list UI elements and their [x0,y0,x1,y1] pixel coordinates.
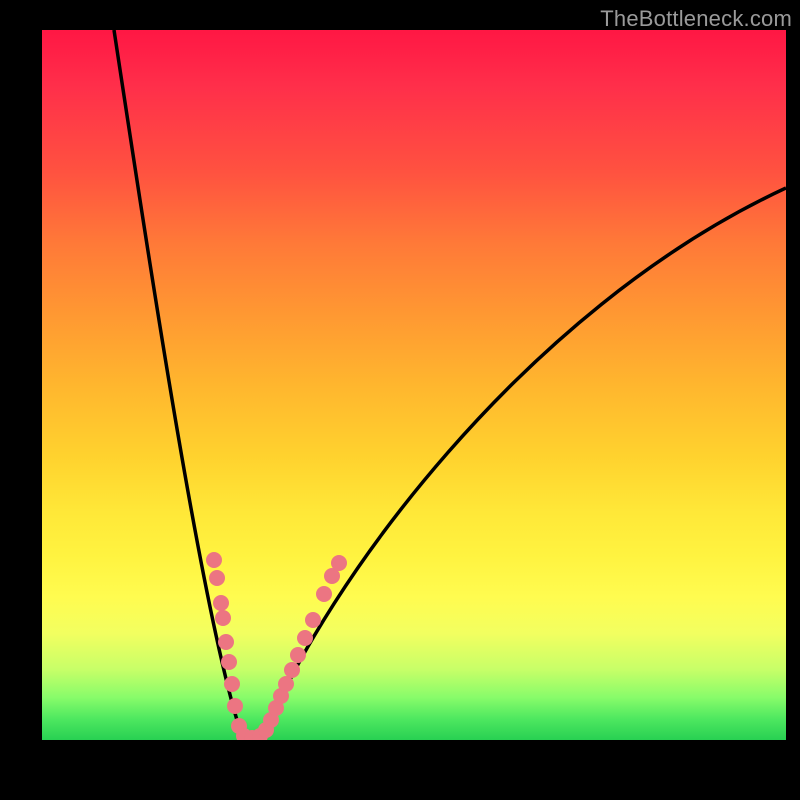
chart-svg [42,30,786,740]
watermark-text: TheBottleneck.com [600,6,792,32]
chart-container: TheBottleneck.com [28,0,800,770]
bottleneck-curve [114,30,786,740]
data-markers [206,552,347,740]
